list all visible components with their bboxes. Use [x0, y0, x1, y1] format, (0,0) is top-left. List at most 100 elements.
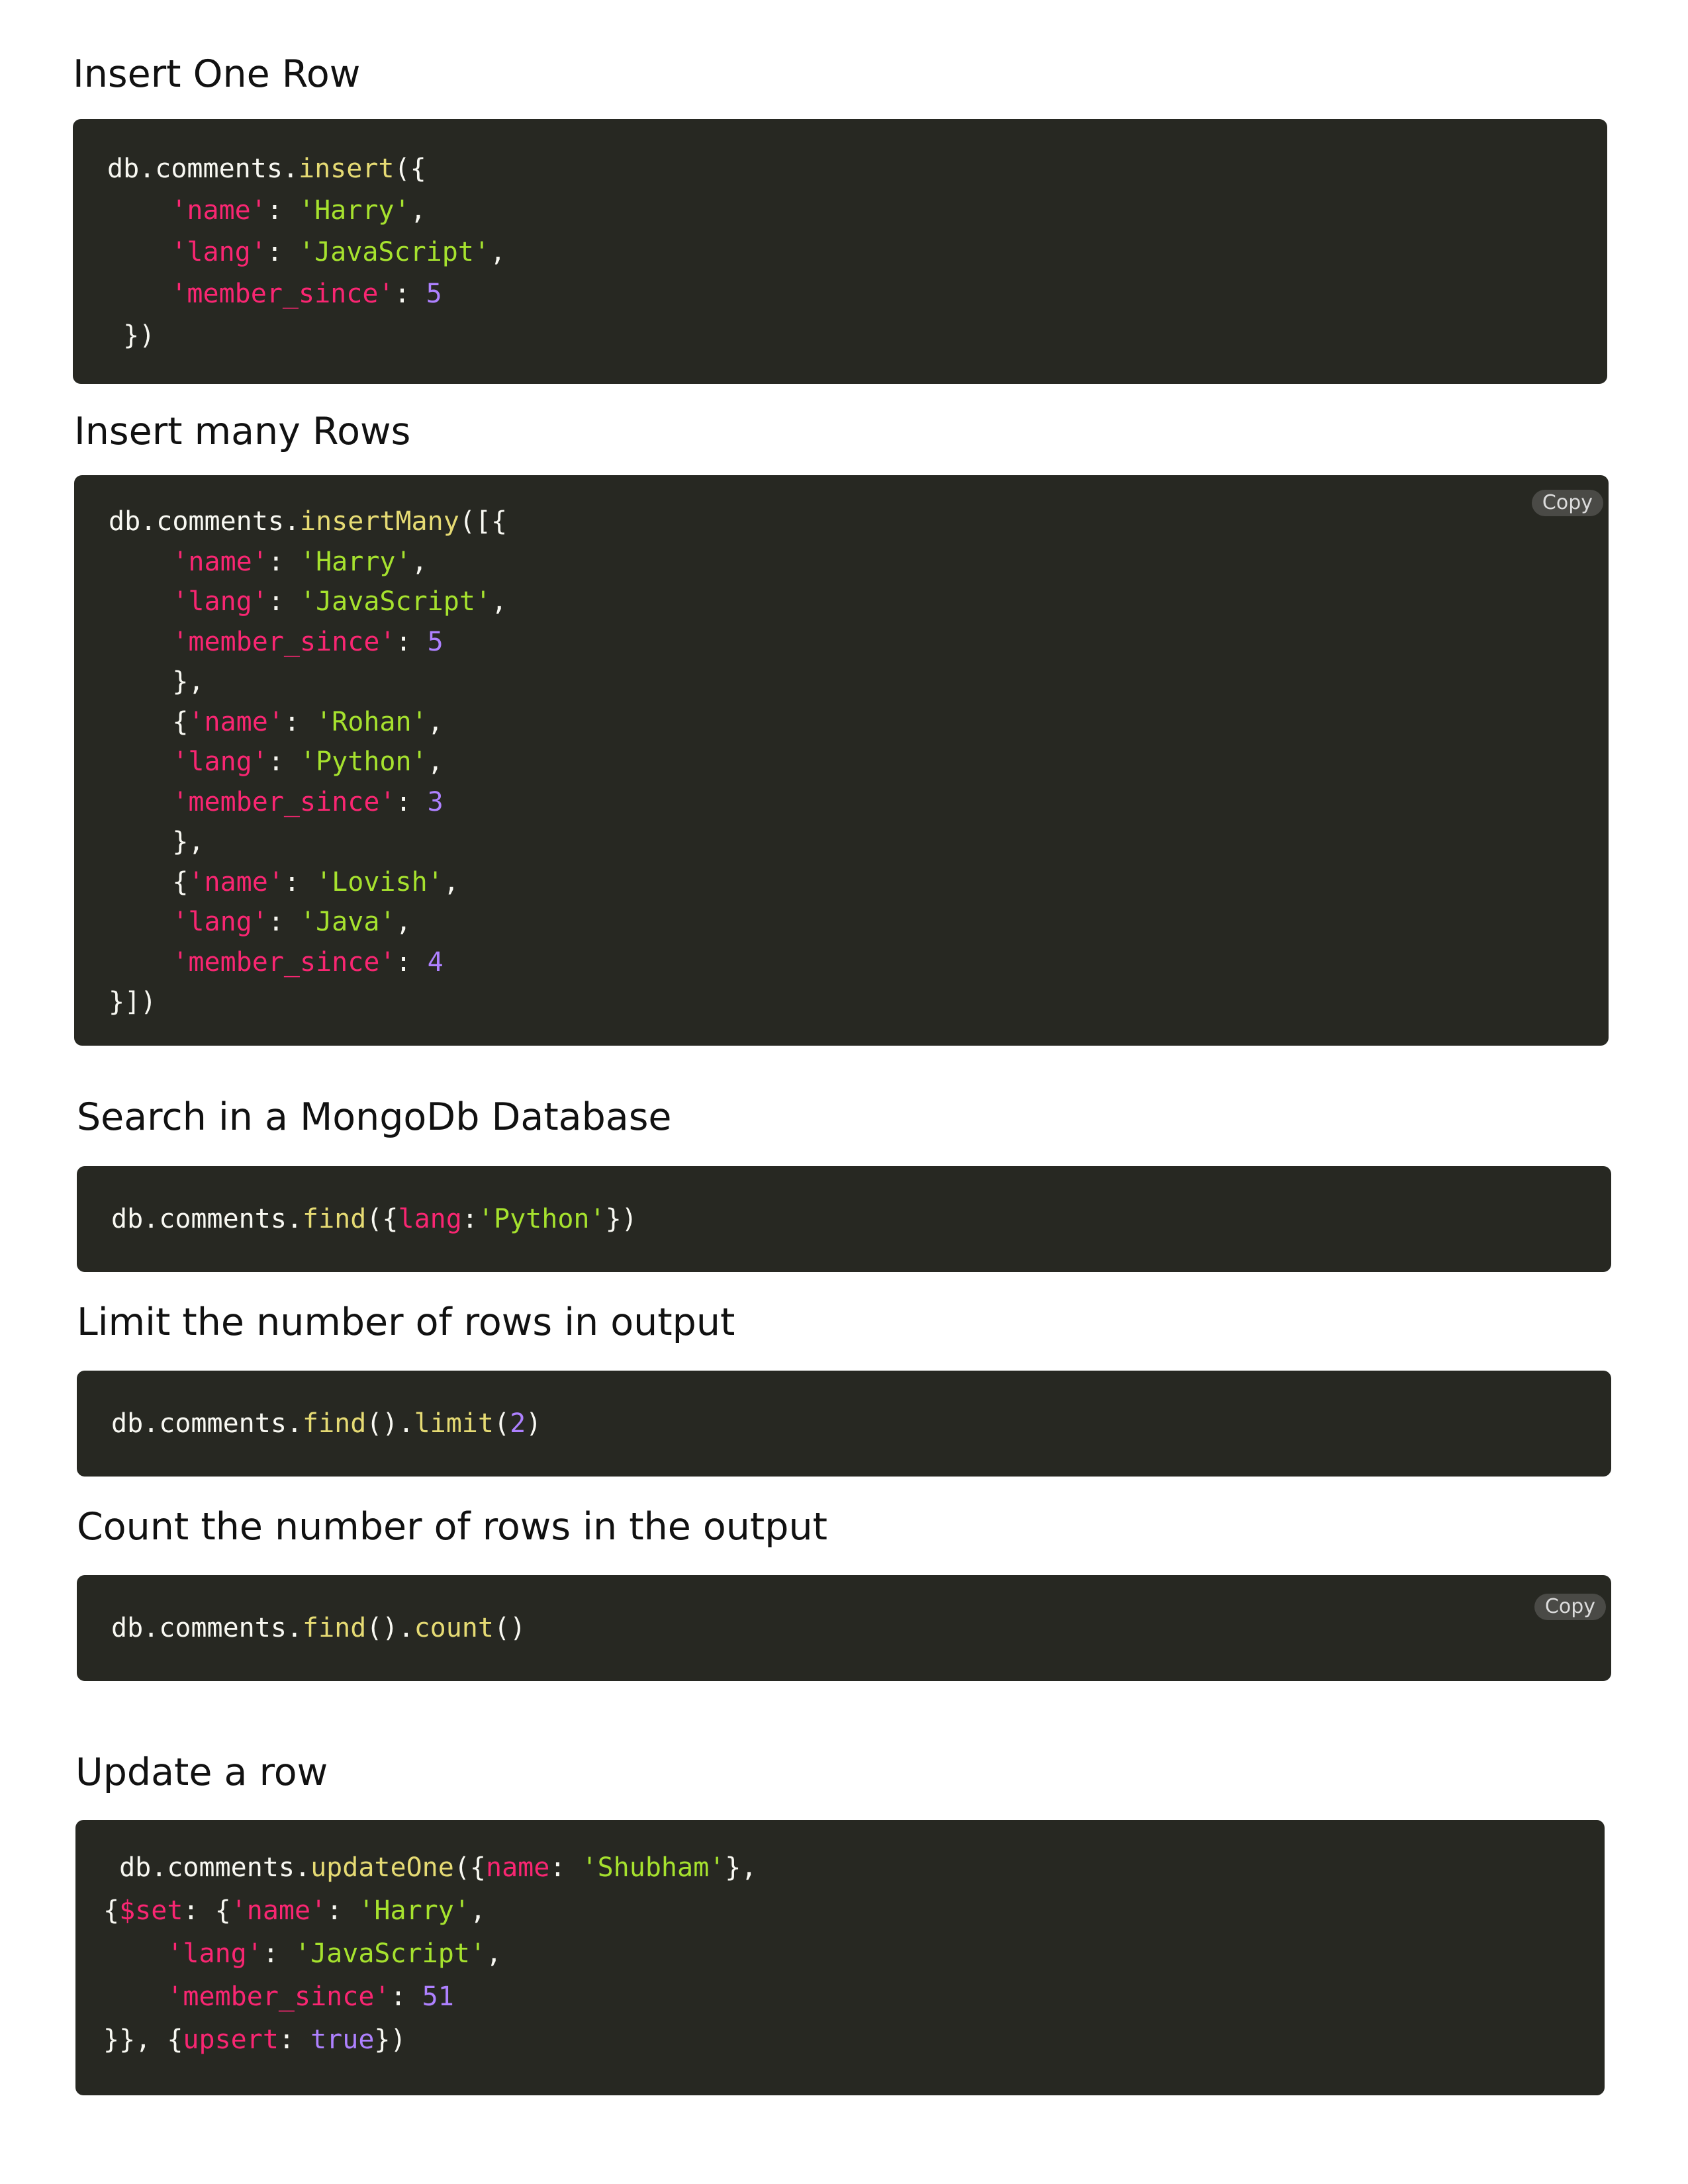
code-token-plain: :	[395, 786, 428, 817]
section-title-count: Count the number of rows in the output	[77, 1505, 827, 1549]
copy-button[interactable]: Copy	[1534, 1594, 1606, 1620]
code-token-plain: :	[278, 2025, 311, 2055]
code-token-plain: : {	[183, 1895, 231, 1926]
code-block-count: Copy db.comments.find().count()	[77, 1575, 1611, 1681]
code-token-key: 'name'	[171, 195, 267, 226]
code-token-key: 'member_since'	[171, 279, 395, 309]
code-line: db.comments.find().count()	[111, 1608, 526, 1648]
code-token-num: 5	[426, 279, 442, 309]
code-token-key: lang	[398, 1204, 462, 1234]
code-token-key: 'lang'	[171, 237, 267, 267]
code-line: db.comments.insertMany([{	[109, 502, 507, 542]
code-token-num: 4	[427, 946, 444, 978]
code-token-key: 'name'	[172, 546, 268, 577]
code-token-key: 'lang'	[172, 907, 268, 937]
code-token-plain: ([{	[459, 506, 508, 537]
code-token-plain: )	[526, 1408, 542, 1439]
code-token-plain: :	[394, 279, 426, 309]
code-token-plain: ({	[453, 1852, 486, 1883]
code-token-plain: ,	[411, 546, 428, 577]
code-line: {'name': 'Lovish',	[109, 862, 507, 903]
code-content: db.comments.find().count()	[111, 1608, 526, 1648]
code-content: db.comments.updateOne({name: 'Shubham'},…	[103, 1846, 757, 2062]
code-line: db.comments.find({lang:'Python'})	[111, 1199, 637, 1239]
code-line: 'lang': 'Java',	[109, 902, 507, 942]
code-token-plain: :	[266, 237, 299, 267]
code-block-insert-one-row: db.comments.insert({ 'name': 'Harry', 'l…	[73, 119, 1607, 384]
code-token-plain: :	[390, 1981, 422, 2012]
code-content: db.comments.find().limit(2)	[111, 1404, 541, 1443]
code-token-key: name	[486, 1852, 550, 1883]
code-line: })	[107, 315, 506, 357]
code-token-plain: })	[374, 2025, 406, 2055]
code-token-plain: ,	[485, 1938, 502, 1969]
code-token-str: 'Rohan'	[316, 706, 428, 737]
code-token-key: 'member_since'	[172, 946, 396, 978]
code-token-plain: ,	[427, 747, 444, 777]
code-token-key: 'name'	[188, 706, 284, 737]
code-token-plain: :	[267, 747, 300, 777]
code-line: 'member_since': 5	[107, 273, 506, 315]
code-token-key: 'member_since'	[172, 626, 396, 657]
code-token-plain: {	[109, 866, 189, 897]
code-token-plain: db.comments.	[111, 1408, 303, 1439]
code-line: {'name': 'Rohan',	[109, 702, 507, 743]
code-token-fn: updateOne	[310, 1852, 454, 1883]
code-token-plain: :	[267, 546, 300, 577]
code-token-plain: :	[267, 907, 300, 937]
code-token-plain: :	[395, 626, 428, 657]
code-token-fn: find	[302, 1204, 367, 1234]
code-token-key: upsert	[183, 2025, 279, 2055]
code-token-plain: ,	[427, 706, 444, 737]
code-token-key: $set	[119, 1895, 183, 1926]
code-token-plain: db.comments.	[103, 1852, 311, 1883]
code-token-key: 'name'	[230, 1895, 327, 1926]
copy-button[interactable]: Copy	[1531, 490, 1603, 516]
code-token-key: 'name'	[188, 866, 284, 897]
code-line: 'member_since': 3	[109, 782, 507, 823]
code-token-plain: ().	[366, 1408, 414, 1439]
section-title-limit: Limit the number of rows in output	[77, 1300, 735, 1344]
code-token-plain: ({	[394, 154, 426, 184]
code-token-str: 'Python'	[300, 747, 428, 777]
code-token-plain: {	[103, 1895, 120, 1926]
code-token-plain: :	[262, 1938, 295, 1969]
code-token-str: 'Lovish'	[316, 866, 444, 897]
code-line: 'lang': 'Python',	[109, 742, 507, 782]
code-token-plain: ,	[410, 195, 426, 226]
code-token-str: 'Harry'	[300, 546, 412, 577]
code-token-plain: :	[461, 1204, 478, 1234]
code-line: 'name': 'Harry',	[109, 542, 507, 582]
code-token-key: 'lang'	[172, 747, 268, 777]
code-line: 'lang': 'JavaScript',	[107, 232, 506, 273]
code-token-plain: },	[109, 666, 205, 697]
code-token-plain: db.comments.	[111, 1613, 303, 1643]
code-token-plain: :	[549, 1852, 582, 1883]
code-token-str: 'JavaScript'	[299, 237, 490, 267]
code-content: db.comments.insert({ 'name': 'Harry', 'l…	[107, 148, 506, 357]
section-title-insert-many-rows: Insert many Rows	[74, 410, 411, 453]
code-line: 'member_since': 5	[109, 622, 507, 662]
code-token-fn: find	[302, 1613, 367, 1643]
code-token-str: 'JavaScript'	[295, 1938, 486, 1969]
code-token-plain: db.comments.	[109, 506, 300, 537]
code-line: },	[109, 662, 507, 702]
code-token-num: 5	[427, 626, 444, 657]
code-token-plain: ,	[491, 586, 508, 617]
code-token-plain: (	[493, 1408, 510, 1439]
code-token-key: 'lang'	[167, 1938, 263, 1969]
section-title-search: Search in a MongoDb Database	[77, 1095, 672, 1139]
section-title-insert-one-row: Insert One Row	[73, 52, 361, 96]
code-line: db.comments.insert({	[107, 148, 506, 190]
code-token-plain: db.comments.	[111, 1204, 303, 1234]
code-token-plain: },	[725, 1852, 757, 1883]
code-line: db.comments.find().limit(2)	[111, 1404, 541, 1443]
code-line: 'member_since': 51	[103, 1976, 757, 2019]
code-line: 'member_since': 4	[109, 942, 507, 983]
code-block-search: db.comments.find({lang:'Python'})	[77, 1166, 1611, 1272]
code-line: 'name': 'Harry',	[107, 190, 506, 232]
